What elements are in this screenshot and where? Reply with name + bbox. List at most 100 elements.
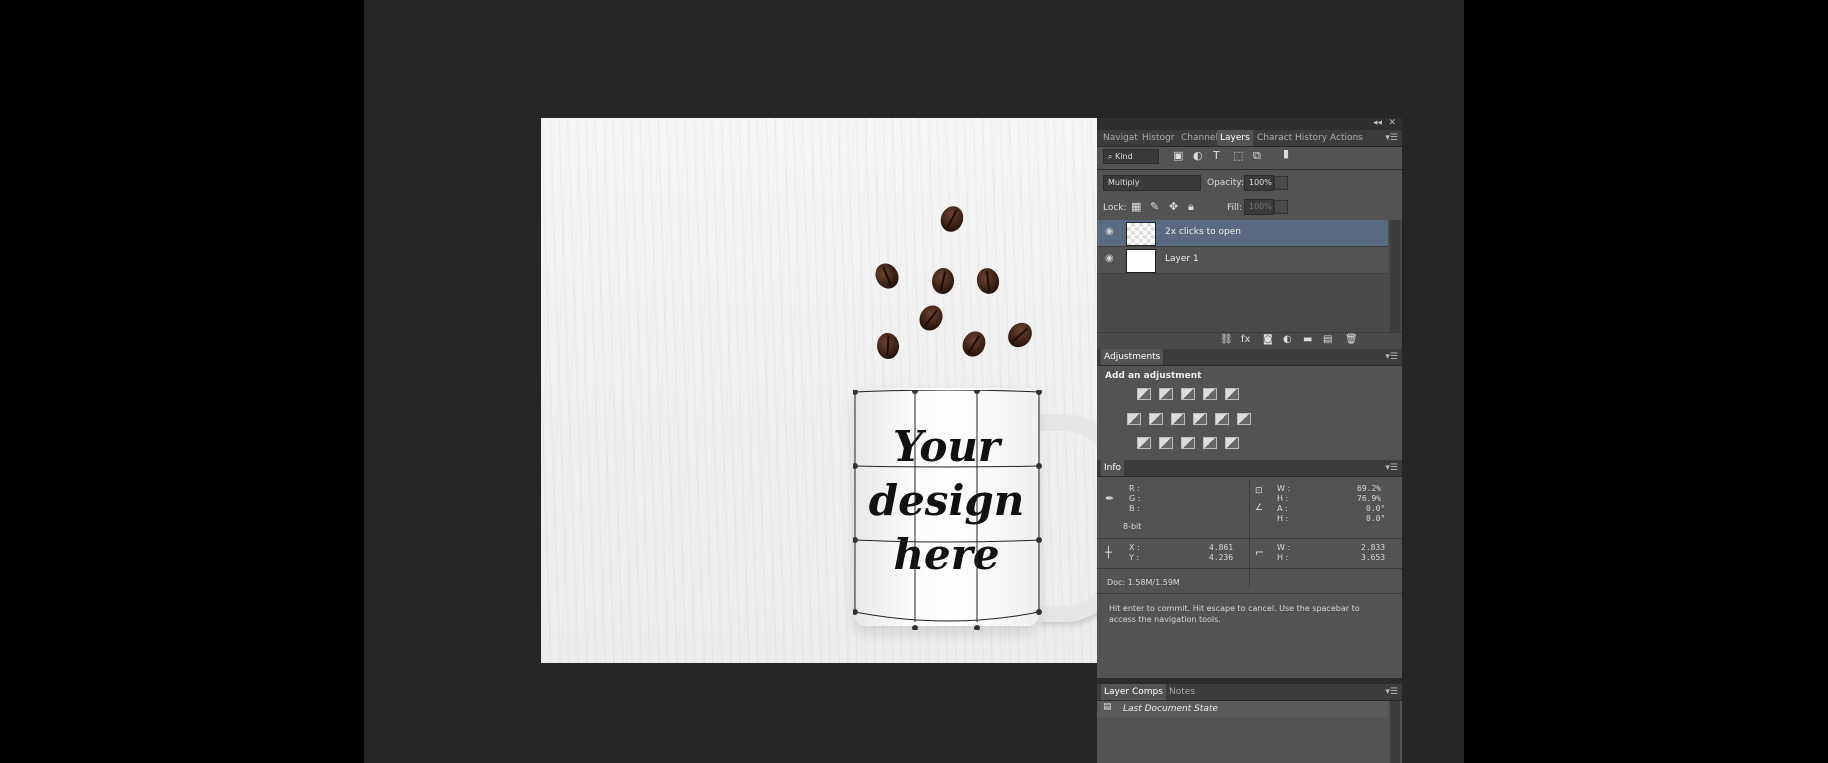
photo-filter-icon[interactable] [1193, 413, 1207, 425]
curves-icon[interactable] [1181, 388, 1195, 400]
lock-transparency-icon[interactable]: ▦ [1131, 200, 1141, 213]
threshold-icon[interactable] [1181, 437, 1195, 449]
info-h3-value: 3.653 [1361, 553, 1386, 562]
tab-layer-comps[interactable]: Layer Comps [1101, 684, 1166, 700]
opacity-label: Opacity: [1207, 178, 1244, 188]
blend-mode-select[interactable]: Multiply [1103, 175, 1201, 191]
right-panel-dock: ◂◂ ✕ Navigat Histogr Channel Layers Char… [1097, 118, 1402, 763]
shape-filter-icon[interactable]: ⬚ [1233, 149, 1243, 162]
selective-color-icon[interactable] [1203, 437, 1217, 449]
color-balance-icon[interactable] [1149, 413, 1163, 425]
warp-transform-grid[interactable] [853, 390, 1043, 630]
brightness-contrast-icon[interactable] [1137, 388, 1151, 400]
tab-channels[interactable]: Channel [1181, 133, 1218, 143]
adjustment-filter-icon[interactable]: ◐ [1193, 149, 1203, 162]
warp-handle[interactable] [1036, 390, 1042, 395]
black-white-icon[interactable] [1171, 413, 1185, 425]
tab-character[interactable]: Charact [1257, 133, 1292, 143]
new-layer-icon[interactable]: ▤ [1323, 334, 1332, 345]
warp-handle[interactable] [912, 390, 918, 394]
channel-mixer-icon[interactable] [1215, 413, 1229, 425]
info-r-label: R : [1129, 484, 1140, 493]
opacity-dropdown-button[interactable] [1274, 176, 1288, 190]
warp-handle[interactable] [912, 625, 918, 630]
info-a-value: 0.0° [1366, 504, 1386, 513]
lock-position-icon[interactable]: ✥ [1169, 200, 1178, 213]
info-x-label: X : [1129, 543, 1140, 552]
pixel-filter-icon[interactable]: ▣ [1173, 149, 1183, 162]
collapse-icon[interactable]: ◂◂ [1373, 118, 1382, 128]
adjustments-panel-tabs: Adjustments ▾☰ [1097, 349, 1402, 366]
eye-icon[interactable]: ◉ [1105, 226, 1114, 237]
panel-menu-icon[interactable]: ▾☰ [1385, 463, 1398, 473]
exposure-icon[interactable] [1203, 388, 1217, 400]
warp-handle[interactable] [974, 625, 980, 630]
posterize-icon[interactable] [1159, 437, 1173, 449]
tab-histogram[interactable]: Histogr [1142, 133, 1174, 143]
tab-info[interactable]: Info [1101, 460, 1125, 476]
warp-handle[interactable] [853, 463, 858, 469]
link-icon[interactable]: ⛓ [1220, 334, 1233, 345]
levels-icon[interactable] [1159, 388, 1173, 400]
folder-icon[interactable]: ▬ [1303, 334, 1312, 345]
info-w2-value: 2.833 [1361, 543, 1386, 552]
info-h-value: 76.9% [1357, 494, 1382, 503]
fill-dropdown-button[interactable] [1274, 200, 1288, 214]
smart-object-filter-icon[interactable]: ⧉ [1253, 149, 1261, 163]
info-panel-tabs: Info ▾☰ [1097, 460, 1402, 477]
filter-toggle-icon[interactable]: ▮ [1283, 147, 1289, 160]
close-icon[interactable]: ✕ [1388, 118, 1396, 128]
lock-image-icon[interactable]: ✎ [1150, 200, 1159, 213]
layer-filter-select[interactable]: ⌕ Kind [1103, 149, 1159, 164]
fx-icon[interactable]: fx [1241, 334, 1250, 345]
panel-menu-icon[interactable]: ▾☰ [1385, 133, 1398, 143]
layer-row-selected[interactable]: ◉ 2x clicks to open [1097, 220, 1388, 247]
info-w-value: 69.2% [1357, 484, 1382, 493]
mask-icon[interactable]: ◙ [1263, 334, 1273, 345]
warp-handle[interactable] [1036, 609, 1042, 615]
layer-name[interactable]: 2x clicks to open [1165, 227, 1241, 237]
trash-icon[interactable]: 🗑︎ [1345, 334, 1358, 345]
tab-history[interactable]: History [1295, 133, 1327, 143]
fill-field[interactable]: 100% [1244, 199, 1274, 215]
color-lookup-icon[interactable] [1237, 413, 1251, 425]
search-icon: ⌕ [1108, 152, 1113, 161]
hue-saturation-icon[interactable] [1127, 413, 1141, 425]
warp-handle[interactable] [853, 390, 858, 395]
panel-menu-icon[interactable]: ▾☰ [1385, 352, 1398, 362]
tab-layers[interactable]: Layers [1217, 130, 1253, 146]
opacity-field[interactable]: 100% [1244, 175, 1274, 191]
invert-icon[interactable] [1137, 437, 1151, 449]
comps-scrollbar[interactable] [1390, 701, 1400, 763]
divider [1097, 538, 1402, 539]
tab-navigator[interactable]: Navigat [1103, 133, 1138, 143]
layer-comp-name: Last Document State [1123, 704, 1218, 714]
tab-adjustments[interactable]: Adjustments [1101, 349, 1164, 365]
filter-kind-label: Kind [1115, 152, 1133, 161]
info-y-value: 4.236 [1209, 553, 1234, 562]
info-x-value: 4.861 [1209, 543, 1234, 552]
eye-icon[interactable]: ◉ [1105, 253, 1114, 264]
gradient-map-icon[interactable] [1225, 437, 1239, 449]
warp-handle[interactable] [853, 609, 858, 615]
lock-all-icon[interactable]: 🔒︎ [1188, 200, 1194, 214]
layer-comp-row[interactable]: ▤ Last Document State [1097, 701, 1388, 717]
info-h3-label: H : [1277, 553, 1289, 562]
panel-menu-icon[interactable]: ▾☰ [1385, 687, 1398, 697]
adjustment-layer-icon[interactable]: ◐ [1283, 334, 1292, 345]
layers-footer: ⛓ fx ◙ ◐ ▬ ▤ 🗑︎ [1097, 332, 1402, 349]
layer-comps-panel-tabs: Layer Comps Notes ▾☰ [1097, 684, 1402, 701]
warp-handle[interactable] [853, 537, 858, 543]
layers-scrollbar[interactable] [1390, 220, 1400, 338]
bit-depth: 8-bit [1123, 522, 1142, 531]
vibrance-icon[interactable] [1225, 388, 1239, 400]
warp-handle[interactable] [974, 390, 980, 394]
layer-row[interactable]: ◉ Layer 1 [1097, 247, 1388, 274]
layers-list: ◉ 2x clicks to open ◉ Layer 1 [1097, 220, 1402, 338]
warp-handle[interactable] [1036, 463, 1042, 469]
type-filter-icon[interactable]: T [1213, 149, 1220, 162]
tab-notes[interactable]: Notes [1169, 687, 1195, 697]
layer-name[interactable]: Layer 1 [1165, 254, 1199, 264]
tab-actions[interactable]: Actions [1330, 133, 1363, 143]
warp-handle[interactable] [1036, 537, 1042, 543]
